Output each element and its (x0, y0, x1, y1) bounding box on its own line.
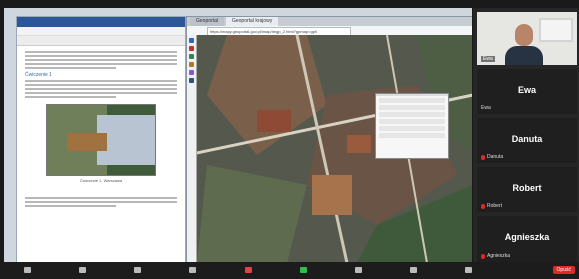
mic-muted-icon (481, 253, 485, 259)
text-line (25, 92, 177, 94)
chat-icon (244, 267, 252, 273)
participant-tile[interactable]: Agnieszka Agnieszka (477, 216, 577, 262)
participant-name: Ewa (517, 85, 536, 95)
participant-tile[interactable]: Robert Robert (477, 167, 577, 212)
security-button[interactable] (110, 267, 165, 274)
participant-name: Agnieszka (504, 232, 550, 242)
participant-tile[interactable]: Danuta Danuta (477, 118, 577, 163)
participant-label-text: Danuta (487, 154, 504, 160)
mic-muted-icon (481, 154, 485, 160)
background-window (539, 18, 573, 42)
text-line (25, 51, 177, 53)
meeting-toolbar: Opuść (0, 262, 579, 279)
document-titlebar (17, 17, 185, 27)
browser-tab[interactable]: Geoportal (190, 17, 224, 26)
participant-label-text: Agnieszka (487, 253, 511, 259)
participants-button[interactable] (165, 267, 220, 274)
text-line (25, 201, 177, 203)
text-line (25, 88, 177, 90)
mic-muted-icon (481, 203, 485, 209)
info-icon[interactable] (189, 70, 194, 75)
video-tile[interactable]: Ewa (477, 12, 577, 65)
document-body: Ćwiczenie 1 Ćwiczenie 1. Warszawa (17, 46, 185, 212)
text-line (25, 84, 177, 86)
layers-icon[interactable] (189, 46, 194, 51)
layer-row[interactable] (379, 98, 445, 103)
browser-tabs: Geoportal Geoportal krajowy (187, 17, 472, 26)
participant-video-head (515, 24, 533, 46)
video-button[interactable] (55, 267, 110, 274)
browser-tab[interactable]: Geoportal krajowy (225, 17, 279, 26)
aerial-map[interactable] (187, 35, 472, 262)
layer-row[interactable] (379, 133, 445, 138)
participant-name: Danuta (511, 134, 543, 144)
reactions-button[interactable] (386, 267, 441, 274)
document-ribbon[interactable] (17, 27, 185, 36)
section-heading: Ćwiczenie 1 (25, 72, 52, 78)
participant-label-text: Ewa (481, 105, 491, 111)
text-line (25, 55, 177, 57)
participant-label-text: Robert (487, 203, 503, 209)
browser-window[interactable]: Geoportal Geoportal krajowy https://mapy… (186, 16, 472, 262)
record-button[interactable] (331, 267, 386, 274)
video-tile-name: Ewa (481, 56, 495, 62)
search-icon[interactable] (189, 78, 194, 83)
layer-row[interactable] (379, 105, 445, 110)
document-window[interactable]: Ćwiczenie 1 Ćwiczenie 1. Warszawa (16, 16, 186, 262)
text-line (25, 59, 177, 61)
text-line (25, 96, 117, 98)
camera-icon (79, 267, 87, 273)
reactions-icon (410, 267, 418, 273)
text-line (25, 63, 177, 65)
document-map-image (46, 104, 156, 176)
chat-button[interactable] (221, 267, 276, 274)
participant-name: Robert (512, 183, 542, 193)
record-icon (354, 267, 362, 273)
layer-row[interactable] (379, 126, 445, 131)
text-line (25, 197, 177, 199)
layers-panel[interactable] (375, 93, 449, 159)
layers-header (376, 94, 448, 96)
share-screen-button[interactable] (276, 267, 331, 274)
apps-icon (465, 267, 473, 273)
microphone-icon (24, 267, 32, 273)
leave-button[interactable]: Opuść (552, 266, 575, 274)
text-line (25, 67, 117, 69)
measure-icon[interactable] (189, 54, 194, 59)
share-screen-icon (299, 267, 307, 273)
layer-row[interactable] (379, 119, 445, 124)
participant-label: Robert (481, 203, 502, 209)
map-toolbar (187, 35, 197, 262)
apps-button[interactable] (441, 267, 496, 274)
participant-label: Agnieszka (481, 253, 510, 259)
participants-panel: Ewa Ewa Ewa Danuta Danuta Robert Robert … (473, 8, 579, 262)
participant-label: Danuta (481, 154, 503, 160)
mute-button[interactable] (0, 267, 55, 274)
document-toolbar[interactable] (17, 36, 185, 46)
layer-row[interactable] (379, 112, 445, 117)
participant-label: Ewa (481, 105, 491, 111)
text-line (25, 205, 117, 207)
figure-caption: Ćwiczenie 1. Warszawa (79, 178, 123, 183)
people-icon (189, 267, 197, 273)
shield-icon (134, 267, 142, 273)
participant-video-body (505, 46, 543, 65)
print-icon[interactable] (189, 62, 194, 67)
shared-screen: Ćwiczenie 1 Ćwiczenie 1. Warszawa Geopor… (4, 8, 472, 262)
participant-tile[interactable]: Ewa Ewa (477, 69, 577, 114)
zoom-in-icon[interactable] (189, 38, 194, 43)
text-line (25, 80, 177, 82)
